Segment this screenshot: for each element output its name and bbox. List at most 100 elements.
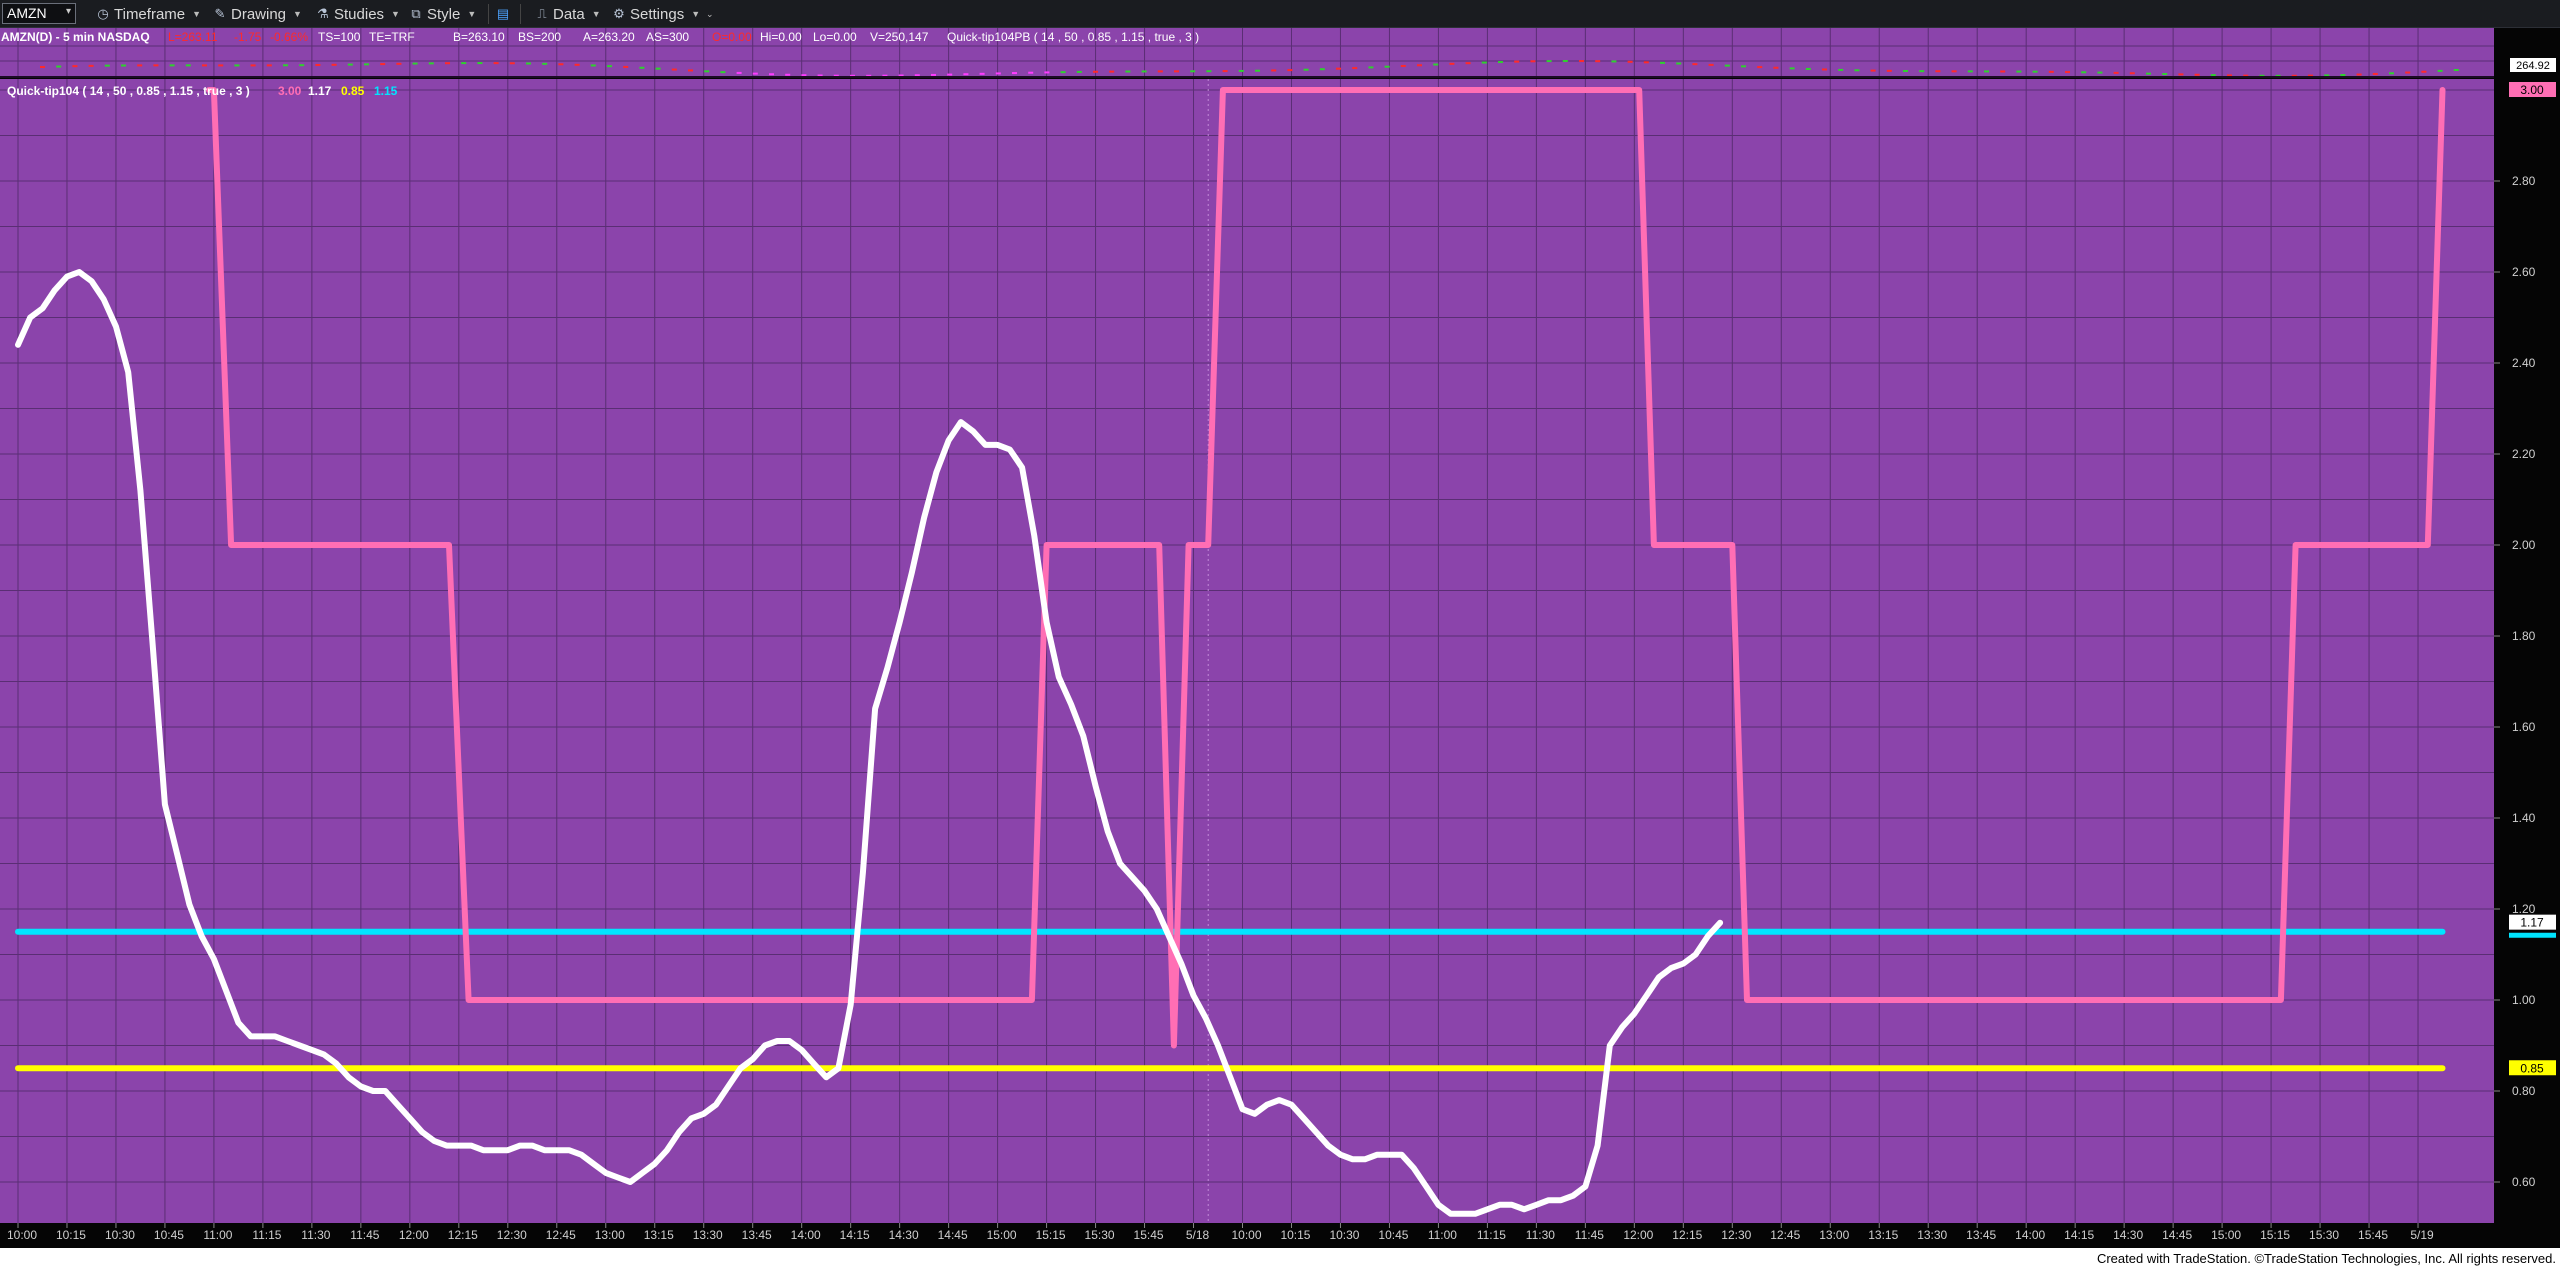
x-tick-label: 15:45 <box>1134 1228 1164 1242</box>
price-bar-tick <box>1465 62 1471 65</box>
data-menu[interactable]: ⎍ Data ▼ <box>535 0 600 28</box>
price-pane[interactable]: AMZN(D) - 5 min NASDAQ L=263.11 -1.75 -0… <box>0 28 2556 78</box>
price-bar-tick <box>2340 73 2346 76</box>
price-bar-tick <box>574 63 580 66</box>
pencil-icon: ✎ <box>214 6 226 21</box>
price-bar-tick <box>2405 71 2411 74</box>
price-bar-tick <box>2129 72 2135 75</box>
x-tick-label: 13:45 <box>742 1228 772 1242</box>
price-bar-tick <box>931 73 936 76</box>
x-tick-label: 15:30 <box>2309 1228 2339 1242</box>
price-bar-tick <box>1238 69 1244 72</box>
style-icon: ⧉ <box>411 6 421 21</box>
price-bar-tick <box>2081 71 2087 74</box>
price-bar-tick <box>202 64 207 67</box>
y-tick-label: 2.40 <box>2512 356 2536 370</box>
x-tick-label: 10:30 <box>1329 1228 1359 1242</box>
x-tick-label: 13:45 <box>1966 1228 1996 1242</box>
status-lo: Lo=0.00 <box>813 30 857 44</box>
x-tick-label: 15:30 <box>1085 1228 1115 1242</box>
x-tick-label: 11:45 <box>1575 1228 1604 1242</box>
chevron-down-icon: ▾ <box>65 6 71 17</box>
price-bar-tick <box>1287 69 1293 72</box>
price-bar-tick <box>1967 70 1973 73</box>
price-bar-tick <box>2421 70 2427 73</box>
x-tick-label: 11:15 <box>1477 1228 1506 1242</box>
y-tick-label: 1.80 <box>2512 629 2536 643</box>
y-axis[interactable]: 2.80 2.60 2.40 2.20 2.00 1.80 1.60 1.40 1.20 1.00… <box>2494 79 2560 1223</box>
price-bar-tick <box>1319 68 1325 71</box>
price-bar-tick <box>250 64 256 67</box>
price-bar-tick <box>315 64 321 67</box>
price-bar-tick <box>153 64 159 67</box>
price-bar-tick <box>88 64 94 67</box>
timeframe-menu[interactable]: ◷ Timeframe ▼ <box>96 0 201 28</box>
y-tick-label: 2.20 <box>2512 447 2536 461</box>
price-bar-tick <box>2097 71 2103 74</box>
price-bar-tick <box>1190 70 1196 73</box>
price-bar-tick <box>947 73 953 76</box>
x-tick-label: 11:15 <box>252 1228 281 1242</box>
data-icon: ⎍ <box>537 6 547 21</box>
price-bar-tick <box>1886 69 1892 72</box>
settings-menu[interactable]: ⚙ Settings ▼ <box>612 0 700 28</box>
price-bar-tick <box>1935 70 1941 73</box>
price-bar-tick <box>428 62 434 65</box>
price-bar-tick <box>347 63 353 66</box>
studies-menu[interactable]: ⚗ Studies ▼ <box>316 0 400 28</box>
chevron-down-icon: ▼ <box>391 9 400 19</box>
price-bar-tick <box>1854 69 1860 72</box>
price-bar-tick <box>1627 60 1633 63</box>
x-tick-label: 11:45 <box>350 1228 379 1242</box>
price-bar-tick <box>1400 64 1406 67</box>
symbol-selector[interactable]: AMZN ▾ <box>2 3 76 24</box>
price-bar-tick <box>2210 74 2216 77</box>
price-bar-tick <box>1789 67 1795 70</box>
price-bar-tick <box>104 64 110 67</box>
style-label: Style <box>427 5 461 23</box>
price-bar-tick <box>1271 69 1277 72</box>
price-bar-tick <box>1660 61 1665 64</box>
price-bar-tick <box>2048 70 2054 73</box>
status-open: O=0.00 <box>712 30 752 44</box>
price-bar-tick <box>1044 71 1050 74</box>
toolbar-overflow-button[interactable]: ⌄ <box>706 0 714 28</box>
data-label: Data <box>553 5 585 23</box>
price-bar-tick <box>1546 60 1552 63</box>
indicator-pane[interactable]: Quick-tip104 ( 14 , 50 , 0.85 , 1.15 , t… <box>0 79 2494 1223</box>
status-hi: Hi=0.00 <box>760 30 802 44</box>
chevron-down-icon: ▼ <box>293 9 302 19</box>
price-bar-tick <box>56 65 62 68</box>
drawing-menu[interactable]: ✎ Drawing ▼ <box>213 0 302 28</box>
price-bar-tick <box>2113 71 2119 74</box>
x-tick-label: 5/18 <box>1186 1228 1210 1242</box>
price-bar-tick <box>1384 65 1390 68</box>
price-bar-tick <box>1109 70 1115 73</box>
price-bar-tick <box>1870 69 1876 72</box>
x-tick-label: 10:15 <box>56 1228 86 1242</box>
style-menu[interactable]: ⧉ Style ▼ <box>409 0 476 28</box>
price-bar-tick <box>1919 70 1925 73</box>
price-bar-tick <box>1174 70 1179 73</box>
price-bar-tick <box>1562 60 1568 63</box>
status-ask-size: AS=300 <box>646 30 689 44</box>
status-study-pb: Quick-tip104PB ( 14 , 50 , 0.85 , 1.15 ,… <box>947 30 1199 44</box>
chevron-down-icon: ▼ <box>467 9 477 19</box>
price-bar-tick <box>1498 61 1503 64</box>
x-tick-label: 10:45 <box>1378 1228 1408 1242</box>
price-bar-tick <box>1336 67 1341 70</box>
x-tick-label: 12:45 <box>1770 1228 1800 1242</box>
price-bar-tick <box>752 72 758 75</box>
status-change-pct: -0.66% <box>270 30 308 44</box>
toolbar-divider <box>520 4 521 24</box>
chart-area[interactable]: AMZN(D) - 5 min NASDAQ L=263.11 -1.75 -0… <box>0 28 2560 1248</box>
status-bid: B=263.10 <box>453 30 505 44</box>
x-tick-label: 13:00 <box>1819 1228 1849 1242</box>
status-volume: V=250,147 <box>870 30 929 44</box>
price-bar-tick <box>2372 72 2378 75</box>
price-bar-tick <box>1433 63 1439 66</box>
x-axis[interactable]: 10:00 10:15 10:30 10:45 11:00 11:15 11:30 11:45… <box>0 1223 2494 1247</box>
layout-button[interactable]: ▤ <box>496 0 514 28</box>
x-tick-label: 12:00 <box>1623 1228 1653 1242</box>
status-last: L=263.11 <box>168 30 218 44</box>
